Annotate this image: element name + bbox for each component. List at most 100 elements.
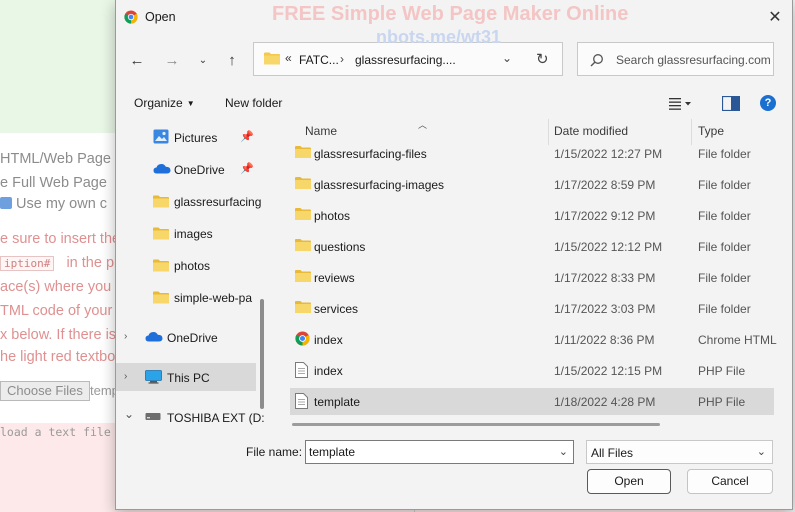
new-folder-button[interactable]: New folder bbox=[225, 96, 282, 110]
chevron-down-icon: ⌄ bbox=[198, 54, 208, 66]
file-name-input[interactable] bbox=[309, 444, 549, 460]
folder-icon bbox=[153, 291, 169, 304]
column-header-type[interactable]: Type bbox=[698, 124, 724, 138]
file-type-value: All Files bbox=[591, 446, 634, 460]
nav-item-this-pc[interactable]: › This PC bbox=[116, 363, 256, 391]
file-type-select[interactable]: All Files ⌄ bbox=[586, 440, 773, 464]
search-box[interactable] bbox=[577, 42, 774, 76]
file-date: 1/17/2022 8:33 PM bbox=[554, 271, 656, 285]
nav-item-folder[interactable]: images bbox=[116, 219, 256, 247]
folder-icon bbox=[295, 270, 311, 282]
nav-item-onedrive-root[interactable]: › OneDrive bbox=[116, 323, 256, 351]
chevron-down-icon[interactable]: ⌄ bbox=[559, 445, 568, 458]
file-type: PHP File bbox=[698, 364, 746, 378]
help-icon[interactable]: ? bbox=[760, 95, 776, 111]
expand-icon[interactable]: › bbox=[124, 371, 127, 382]
organize-menu[interactable]: Organize ▼ bbox=[134, 96, 195, 110]
file-row[interactable]: glassresurfacing-images 1/17/2022 8:59 P… bbox=[290, 171, 774, 198]
arrow-right-icon: → bbox=[164, 51, 180, 69]
page-option[interactable]: Use my own c bbox=[0, 196, 107, 212]
cancel-button[interactable]: Cancel bbox=[687, 469, 773, 494]
file-row[interactable]: questions 1/15/2022 12:12 PM File folder bbox=[290, 233, 774, 260]
onedrive-icon bbox=[145, 332, 163, 342]
file-row[interactable]: services 1/17/2022 3:03 PM File folder bbox=[290, 295, 774, 322]
expand-icon[interactable]: › bbox=[124, 331, 127, 342]
file-date: 1/15/2022 12:12 PM bbox=[554, 240, 663, 254]
file-name-combobox[interactable]: ⌄ bbox=[305, 440, 574, 464]
file-icon bbox=[295, 393, 308, 409]
checkbox-icon[interactable] bbox=[0, 197, 12, 209]
file-name: glassresurfacing-images bbox=[314, 178, 445, 192]
chrome-icon bbox=[124, 10, 138, 24]
column-header-date[interactable]: Date modified bbox=[554, 124, 628, 138]
close-icon: ✕ bbox=[768, 9, 782, 26]
choose-files-button[interactable]: Choose Files bbox=[0, 381, 90, 401]
nav-item-pictures[interactable]: Pictures 📌 bbox=[116, 123, 256, 151]
file-name: index bbox=[314, 364, 343, 378]
onedrive-icon bbox=[153, 164, 171, 174]
file-list-scrollbar[interactable] bbox=[292, 423, 660, 426]
page-text-line: e Full Web Page bbox=[0, 175, 107, 191]
file-date: 1/15/2022 12:27 PM bbox=[554, 147, 663, 161]
file-row[interactable]: reviews 1/17/2022 8:33 PM File folder bbox=[290, 264, 774, 291]
nav-item-folder[interactable]: glassresurfacing bbox=[116, 187, 261, 215]
page-text-line: e sure to insert the bbox=[0, 231, 121, 247]
file-type: File folder bbox=[698, 178, 751, 192]
nav-item-folder[interactable]: photos bbox=[116, 251, 256, 279]
chevron-down-icon: ⌄ bbox=[756, 446, 766, 458]
search-icon bbox=[590, 54, 603, 67]
preview-pane-icon[interactable] bbox=[722, 96, 740, 111]
file-row[interactable]: index 1/11/2022 8:36 PM Chrome HTML bbox=[290, 326, 777, 353]
arrow-left-icon: ← bbox=[129, 51, 145, 69]
folder-icon bbox=[295, 301, 311, 313]
file-name: template bbox=[314, 395, 361, 409]
folder-icon bbox=[153, 227, 169, 240]
navigation-pane: Pictures 📌 OneDrive 📌 glassresurfacing i… bbox=[116, 119, 264, 431]
page-text-line: he light red textbox bbox=[0, 349, 123, 365]
watermark-url: nbots.me/wt31 bbox=[376, 27, 502, 47]
file-type: File folder bbox=[698, 240, 751, 254]
address-overflow-chevron[interactable]: « bbox=[285, 51, 292, 65]
file-name: glassresurfacing-files bbox=[314, 147, 427, 161]
watermark-title: FREE Simple Web Page Maker Online bbox=[272, 3, 629, 25]
column-header-name[interactable]: Name bbox=[305, 124, 337, 138]
collapse-icon[interactable]: ⌄ bbox=[124, 407, 134, 421]
address-segment[interactable]: glassresurfacing.... bbox=[355, 53, 456, 67]
file-type: Chrome HTML bbox=[698, 333, 777, 347]
nav-item-folder[interactable]: simple-web-pa bbox=[116, 283, 256, 311]
open-button[interactable]: Open bbox=[587, 469, 671, 494]
file-row-selected[interactable]: template 1/18/2022 4:28 PM PHP File bbox=[290, 388, 774, 415]
refresh-icon[interactable]: ↻ bbox=[536, 50, 549, 68]
folder-icon bbox=[295, 146, 311, 158]
search-input[interactable] bbox=[616, 51, 771, 69]
page-text-line: HTML/Web Page bbox=[0, 151, 111, 167]
close-button[interactable]: ✕ bbox=[756, 0, 794, 34]
nav-item-onedrive[interactable]: OneDrive 📌 bbox=[116, 155, 256, 183]
file-name: questions bbox=[314, 240, 366, 254]
arrow-up-icon: ↑ bbox=[228, 51, 236, 69]
sort-ascending-icon: ︿ bbox=[418, 120, 428, 130]
nav-item-drive[interactable]: ⌄ TOSHIBA EXT (D:) bbox=[116, 403, 264, 431]
recent-locations-button[interactable]: ⌄ bbox=[190, 48, 216, 72]
caret-down-icon: ▼ bbox=[186, 99, 195, 108]
file-row[interactable]: index 1/15/2022 12:15 PM PHP File bbox=[290, 357, 774, 384]
chevron-down-icon[interactable]: ⌄ bbox=[502, 51, 512, 65]
folder-icon bbox=[295, 239, 311, 251]
file-row[interactable]: photos 1/17/2022 9:12 PM File folder bbox=[290, 202, 774, 229]
address-segment[interactable]: FATC... bbox=[299, 53, 339, 67]
address-separator[interactable]: › bbox=[340, 52, 344, 66]
file-row[interactable]: glassresurfacing-files 1/15/2022 12:27 P… bbox=[290, 140, 774, 167]
page-text-line: iption# in the pla bbox=[0, 255, 125, 271]
file-date: 1/15/2022 12:15 PM bbox=[554, 364, 663, 378]
folder-icon bbox=[295, 208, 311, 220]
back-button[interactable]: ← bbox=[124, 48, 150, 72]
folder-icon bbox=[264, 52, 280, 65]
up-button[interactable]: ↑ bbox=[219, 48, 245, 72]
placeholder-tag: iption# bbox=[0, 256, 55, 271]
file-name: services bbox=[314, 302, 359, 316]
nav-pane-scrollbar[interactable] bbox=[260, 299, 264, 409]
forward-button[interactable]: → bbox=[159, 48, 185, 72]
file-type: File folder bbox=[698, 209, 751, 223]
view-options-icon[interactable] bbox=[668, 96, 692, 112]
file-type: File folder bbox=[698, 271, 751, 285]
